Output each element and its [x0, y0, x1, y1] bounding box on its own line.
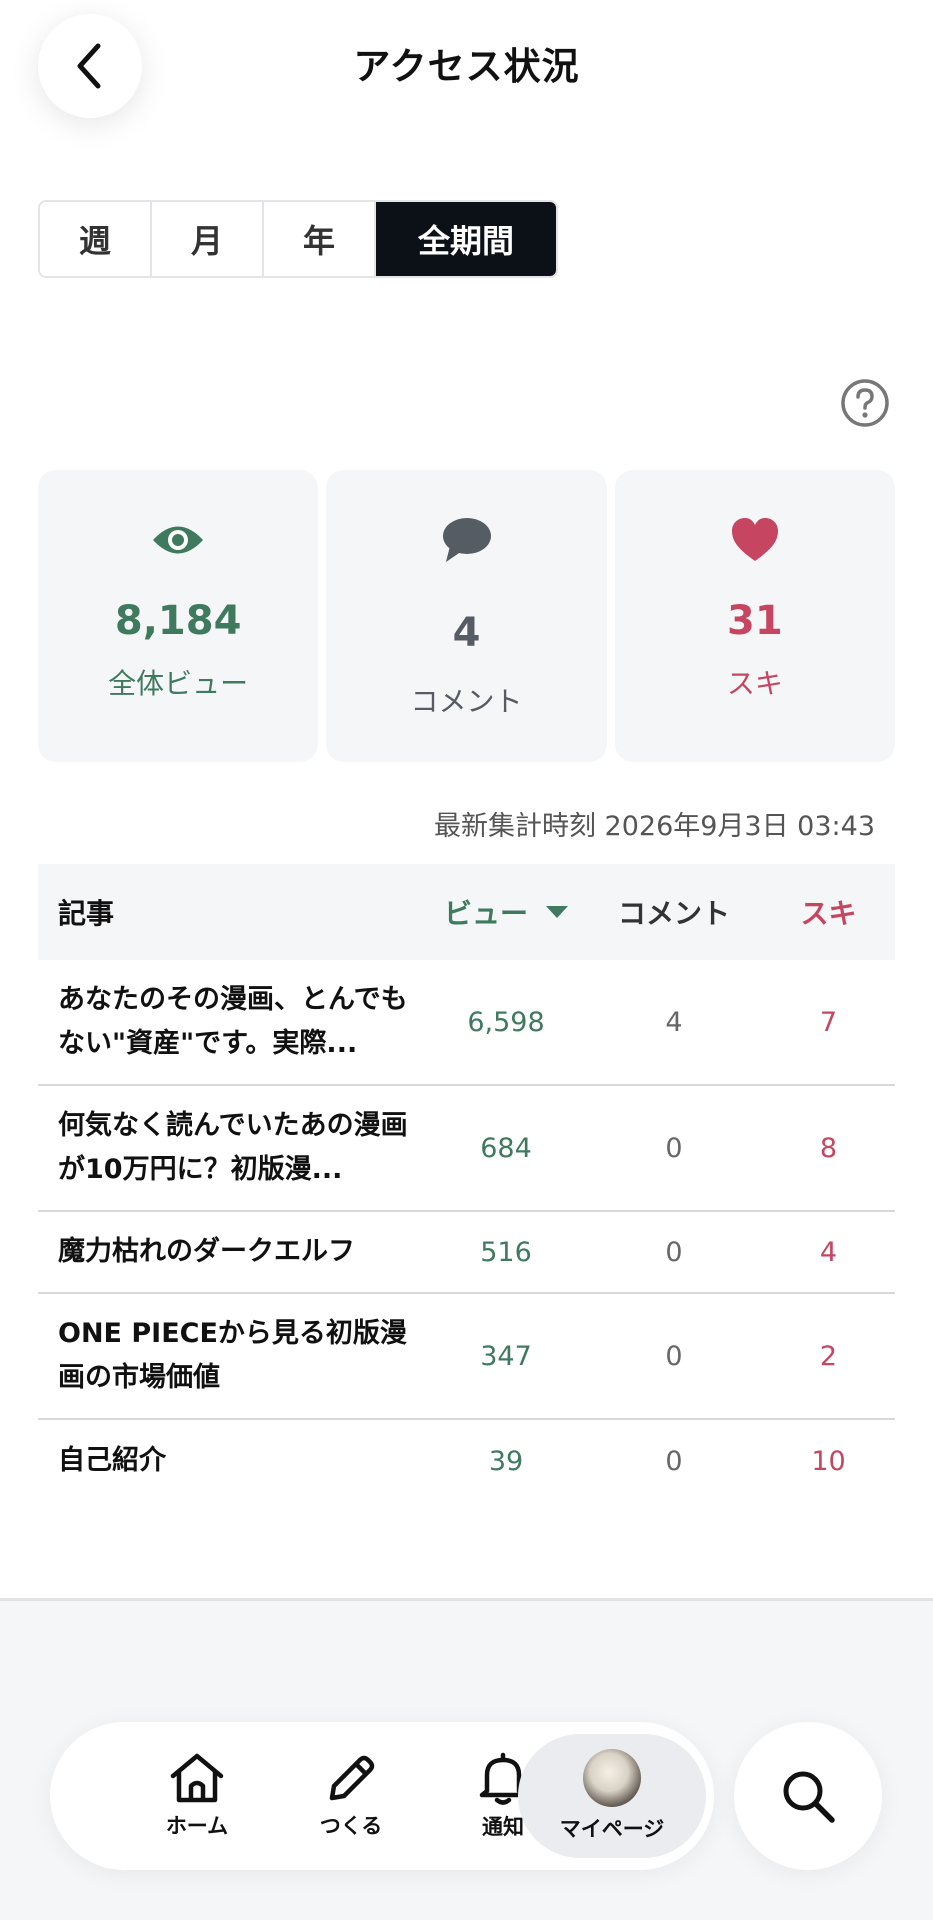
- tab-week[interactable]: 週: [40, 202, 152, 276]
- header-title: 記事: [58, 897, 115, 930]
- header-likes[interactable]: スキ: [762, 892, 895, 932]
- help-icon[interactable]: [840, 378, 890, 428]
- avatar: [583, 1749, 641, 1807]
- article-likes: 4: [819, 1236, 838, 1268]
- pencil-icon: [329, 1755, 375, 1801]
- article-likes: 7: [819, 1006, 838, 1038]
- article-views: 347: [480, 1340, 532, 1372]
- table-row[interactable]: ONE PIECEから見る初版漫画の市場価値 347 0 2: [38, 1294, 895, 1420]
- table-row[interactable]: 魔力枯れのダークエルフ 516 0 4: [38, 1212, 895, 1294]
- table-row[interactable]: あなたのその漫画、とんでもない"資産"です。実際... 6,598 4 7: [38, 960, 895, 1086]
- article-comments: 0: [665, 1340, 683, 1372]
- nav-mypage[interactable]: マイページ: [518, 1734, 706, 1858]
- views-card: 8,184 全体ビュー: [38, 470, 319, 762]
- sort-desc-icon: [546, 906, 568, 918]
- nav-mypage-label: マイページ: [559, 1817, 665, 1841]
- home-icon: [170, 1753, 224, 1803]
- last-updated-time: 最新集計時刻 2026年9月3日 03:43: [433, 811, 875, 842]
- article-views: 516: [480, 1236, 532, 1268]
- likes-label: スキ: [726, 667, 783, 700]
- header-views-label: ビュー: [443, 897, 528, 930]
- search-button[interactable]: [734, 1722, 882, 1870]
- comment-icon: [443, 518, 492, 562]
- comments-total: 4: [452, 610, 481, 656]
- tab-all-time[interactable]: 全期間: [376, 202, 556, 276]
- article-comments: 0: [665, 1445, 683, 1477]
- article-title[interactable]: ONE PIECEから見る初版漫画の市場価値: [38, 1312, 426, 1400]
- search-icon: [783, 1771, 835, 1823]
- article-comments: 4: [665, 1006, 683, 1038]
- stat-cards: 8,184 全体ビュー 4 コメント 31 スキ: [38, 470, 895, 762]
- article-title[interactable]: あなたのその漫画、とんでもない"資産"です。実際...: [38, 978, 426, 1066]
- eye-icon: [153, 526, 204, 554]
- article-title[interactable]: 自己紹介: [38, 1439, 426, 1483]
- header-views-sort[interactable]: ビュー: [426, 892, 586, 932]
- articles-table: 記事 ビュー コメント スキ あなたのその漫画、とんでもない"資産"です。実際.…: [38, 864, 895, 1502]
- tab-month[interactable]: 月: [152, 202, 264, 276]
- views-total: 8,184: [114, 598, 242, 644]
- comments-card: 4 コメント: [326, 470, 607, 762]
- article-views: 684: [480, 1132, 532, 1164]
- nav-notifications-label: 通知: [482, 1815, 524, 1839]
- article-likes: 8: [819, 1132, 838, 1164]
- nav-create-label: つくる: [319, 1814, 383, 1838]
- article-likes: 2: [819, 1340, 838, 1372]
- article-title[interactable]: 何気なく読んでいたあの漫画が10万円に？初版漫...: [38, 1104, 426, 1192]
- page-title: アクセス状況: [353, 45, 580, 88]
- table-row[interactable]: 何気なく読んでいたあの漫画が10万円に？初版漫... 684 0 8: [38, 1086, 895, 1212]
- page: アクセス状況 週 月 年 全期間 8,184 全体ビュー 4 コメント 31 ス…: [0, 0, 933, 1920]
- nav-home-label: ホーム: [165, 1814, 229, 1838]
- article-views: 6,598: [467, 1006, 545, 1038]
- table-header: 記事 ビュー コメント スキ: [38, 864, 895, 960]
- tab-year[interactable]: 年: [264, 202, 376, 276]
- views-label: 全体ビュー: [108, 667, 249, 700]
- article-title[interactable]: 魔力枯れのダークエルフ: [38, 1230, 426, 1274]
- table-row[interactable]: 自己紹介 39 0 10: [38, 1420, 895, 1502]
- article-comments: 0: [665, 1236, 683, 1268]
- bottom-navbar: ホーム つくる 通知 マイページ: [50, 1722, 714, 1870]
- article-views: 39: [488, 1445, 524, 1477]
- likes-card: 31 スキ: [614, 470, 895, 762]
- article-comments: 0: [665, 1132, 683, 1164]
- period-tabs: 週 月 年 全期間: [38, 200, 558, 278]
- nav-home[interactable]: ホーム: [122, 1722, 272, 1870]
- comments-label: コメント: [410, 685, 523, 718]
- nav-create[interactable]: つくる: [276, 1722, 426, 1870]
- header-comments[interactable]: コメント: [586, 892, 762, 932]
- heart-icon: [731, 518, 778, 561]
- likes-total: 31: [726, 598, 783, 644]
- article-likes: 10: [811, 1445, 846, 1477]
